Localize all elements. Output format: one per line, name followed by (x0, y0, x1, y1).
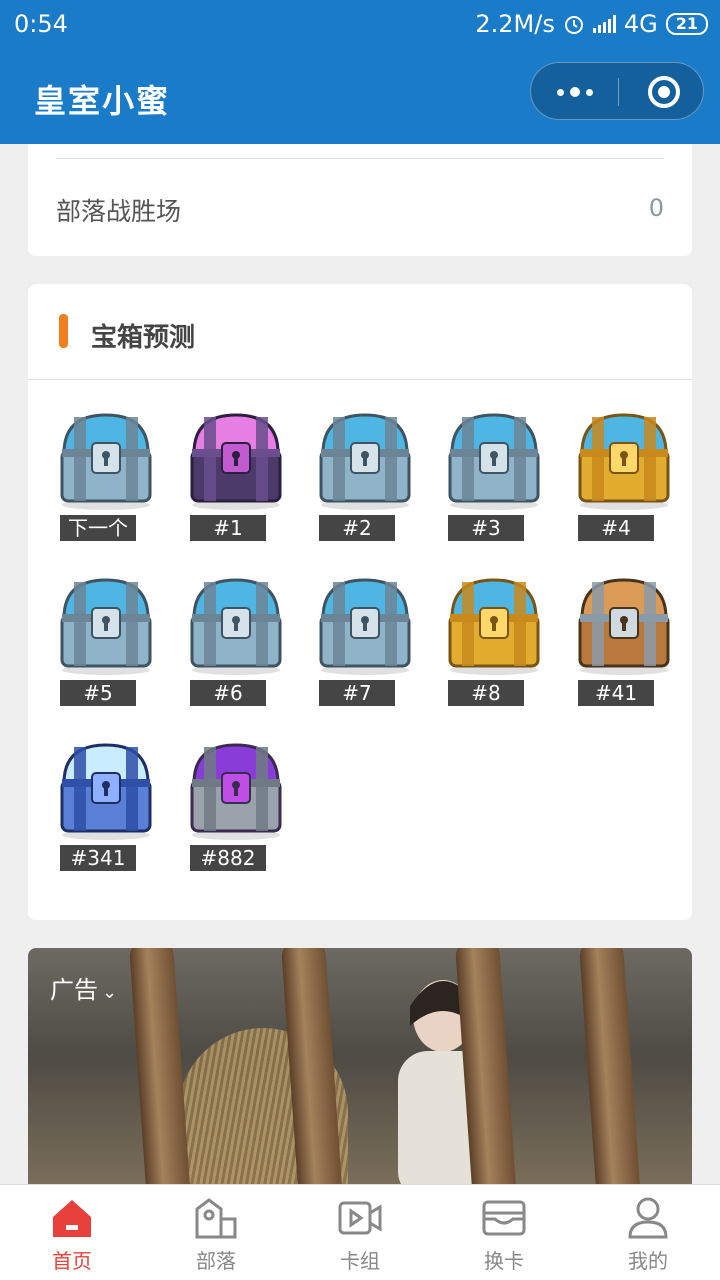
capsule-divider (618, 78, 619, 106)
chevron-down-icon: ⌄ (102, 982, 118, 1003)
clan-war-wins-label: 部落战胜场 (56, 197, 182, 226)
bottom-tab-bar: 首页 部落 卡组 换卡 我的 (0, 1184, 720, 1280)
battery-icon: 21 (665, 13, 708, 35)
chest-label: #4 (578, 515, 654, 541)
status-time: 0:54 (14, 10, 68, 38)
card-header: 宝箱预测 (28, 284, 692, 380)
network-type: 4G (623, 10, 658, 38)
chest-label: #41 (578, 680, 654, 706)
tab-label: 换卡 (484, 1249, 524, 1273)
title-bar: 皇室小蜜 (0, 48, 720, 144)
chest-label: #7 (319, 680, 395, 706)
chest-prediction-title: 宝箱预测 (91, 323, 196, 353)
row-divider (56, 158, 664, 159)
clan-war-wins-value: 0 (648, 194, 664, 222)
tab-label: 卡组 (340, 1249, 380, 1273)
status-bar: 0:54 2.2M/s 4G 21 (0, 0, 720, 48)
signal-icon (592, 15, 616, 33)
chest-silver-icon (190, 578, 282, 675)
chest-epic-icon (190, 743, 282, 840)
status-right: 2.2M/s 4G 21 (475, 10, 708, 38)
chest-label: #3 (448, 515, 524, 541)
tab-label: 部落 (196, 1249, 236, 1273)
chest-magical-icon (190, 413, 282, 510)
chest-item[interactable]: #882 (180, 737, 292, 897)
home-icon (53, 1200, 91, 1237)
chest-label: #882 (190, 845, 266, 871)
tab-home[interactable]: 首页 (0, 1185, 144, 1280)
clan-stats-card: 部落战胜场 0 (28, 144, 692, 256)
chest-golden-icon (578, 413, 670, 510)
chest-item[interactable]: #7 (309, 572, 421, 732)
chest-silver-icon (60, 578, 152, 675)
tab-me[interactable]: 我的 (576, 1185, 720, 1280)
alarm-icon (564, 16, 583, 34)
chest-label: #6 (190, 680, 266, 706)
chest-lightning-icon (60, 743, 152, 840)
chest-item[interactable]: #8 (438, 572, 550, 732)
ad-cage-bar (578, 948, 642, 1188)
chest-silver-icon (60, 413, 152, 510)
tab-label: 首页 (52, 1249, 92, 1273)
chest-label: #341 (60, 845, 136, 871)
tab-clan[interactable]: 部落 (144, 1185, 288, 1280)
app-title: 皇室小蜜 (34, 82, 171, 120)
chest-item[interactable]: #41 (568, 572, 680, 732)
card-wallet-icon (482, 1200, 526, 1236)
chest-label: #8 (448, 680, 524, 706)
tab-label: 我的 (628, 1249, 668, 1273)
ad-label-text: 广告 (50, 976, 98, 1004)
tab-deck[interactable]: 卡组 (288, 1185, 432, 1280)
chest-item[interactable]: 下一个 (50, 407, 162, 567)
chest-prediction-card: 宝箱预测 下一个 #1 #2 #3 #4 #5 #6 #7 #8 #41 #341 #882 (28, 284, 692, 920)
ad-banner[interactable]: 广告 ⌄ (28, 948, 692, 1188)
chest-giant-icon (578, 578, 670, 675)
chest-item[interactable]: #2 (309, 407, 421, 567)
video-icon (338, 1201, 382, 1235)
chest-silver-icon (319, 413, 411, 510)
chest-golden-icon (448, 578, 540, 675)
close-miniprogram-icon[interactable] (648, 76, 680, 108)
ad-label[interactable]: 广告 ⌄ (50, 970, 117, 1005)
network-speed: 2.2M/s (475, 10, 555, 38)
more-menu-icon[interactable] (557, 82, 593, 102)
chest-label: #1 (190, 515, 266, 541)
clan-house-icon (195, 1198, 237, 1239)
chest-label: 下一个 (60, 515, 136, 541)
chest-item[interactable]: #1 (180, 407, 292, 567)
chest-label: #5 (60, 680, 136, 706)
ad-cage-bar (128, 948, 192, 1188)
chest-item[interactable]: #5 (50, 572, 162, 732)
tab-trade[interactable]: 换卡 (432, 1185, 576, 1280)
chest-silver-icon (448, 413, 540, 510)
miniprogram-capsule (530, 62, 704, 120)
section-accent-bar (59, 314, 68, 348)
chest-item[interactable]: #4 (568, 407, 680, 567)
user-icon (628, 1197, 668, 1239)
chest-item[interactable]: #3 (438, 407, 550, 567)
chest-silver-icon (319, 578, 411, 675)
chest-item[interactable]: #341 (50, 737, 162, 897)
chest-item[interactable]: #6 (180, 572, 292, 732)
chest-label: #2 (319, 515, 395, 541)
